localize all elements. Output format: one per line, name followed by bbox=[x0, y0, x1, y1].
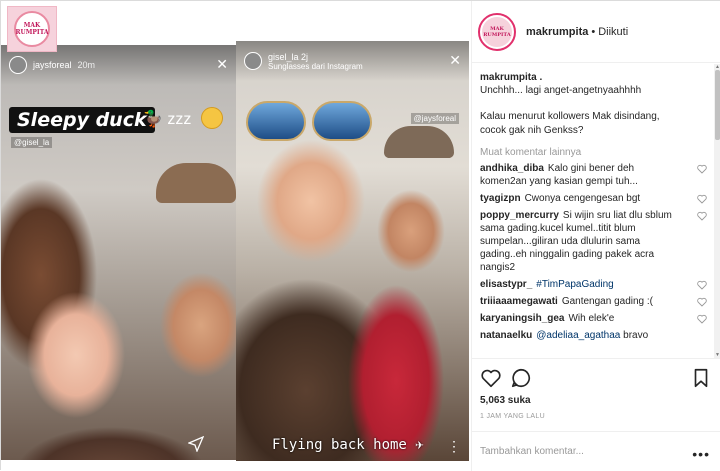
caption-text-line: cocok gak nih Genkss? bbox=[480, 125, 584, 136]
story-mention: @jaysforeal bbox=[410, 113, 459, 124]
story-mention: @gisel_la bbox=[11, 137, 53, 148]
comment-item: elisastypr_ #TimPapaGading bbox=[480, 278, 707, 291]
cap-graphic bbox=[156, 163, 236, 203]
story-screenshot-right: gisel_la 2j Sunglasses dari Instagram ✕ … bbox=[236, 41, 469, 461]
story-username-text: gisel_la bbox=[268, 51, 299, 62]
close-icon: ✕ bbox=[449, 52, 461, 68]
story-time: 2j bbox=[301, 51, 309, 62]
like-comment-heart-icon[interactable] bbox=[697, 280, 707, 290]
caption-text-line: Kalau menurut kollowers Mak disindang, bbox=[480, 111, 660, 122]
sleepy-duck-sticker: Sleepy duck bbox=[9, 107, 155, 133]
story-caption-text: Flying back home bbox=[272, 437, 407, 453]
watermark-logo-text: MAK RUMPITA bbox=[15, 22, 49, 36]
comment-body: natanaelku @adeliaa_agathaa bravo bbox=[480, 329, 707, 342]
comment-body: andhika_diba Kalo gini bener deh komen2an… bbox=[480, 162, 697, 188]
comment-body: triiiaaamegawati Gantengan gading :( bbox=[480, 295, 697, 308]
avatar[interactable]: MAK RUMPITA bbox=[478, 12, 516, 51]
like-comment-heart-icon[interactable] bbox=[697, 194, 707, 204]
like-comment-heart-icon[interactable] bbox=[697, 314, 707, 324]
story-subtitle: Sunglasses dari Instagram bbox=[268, 61, 363, 71]
post-header: MAK RUMPITA makrumpita • Diikuti bbox=[472, 1, 720, 63]
comment-item: tyagizpn Cwonya cengengesan bgt bbox=[480, 192, 707, 205]
comment-body: karyaningsih_gea Wih elek'e bbox=[480, 312, 697, 325]
story-username: jaysforeal bbox=[33, 60, 72, 70]
comment-text: Cwonya cengengesan bgt bbox=[524, 193, 641, 204]
story-username: gisel_la 2j bbox=[268, 52, 363, 62]
heart-icon[interactable] bbox=[480, 367, 502, 389]
story-header-right: gisel_la 2j Sunglasses dari Instagram ✕ bbox=[236, 41, 469, 81]
post-side-panel: MAK RUMPITA makrumpita • Diikuti makrump… bbox=[471, 1, 720, 471]
comment-username[interactable]: karyaningsih_gea bbox=[480, 313, 564, 324]
comment-username[interactable]: tyagizpn bbox=[480, 193, 521, 204]
send-icon bbox=[188, 436, 204, 452]
comment-item: poppy_mercurry Si wijin sru liat dlu sblu… bbox=[480, 209, 707, 274]
post-media[interactable]: MAK RUMPITA jaysforeal 20m ✕ Sleepy duck… bbox=[1, 1, 471, 471]
comment-item: andhika_diba Kalo gini bener deh komen2an… bbox=[480, 162, 707, 188]
story-screenshot-left: jaysforeal 20m ✕ Sleepy duck 🦆 zzz @gise… bbox=[1, 45, 236, 460]
caption-text-line: Unchhh... lagi anget-angetnyaahhhh bbox=[480, 85, 642, 96]
comment-item: triiiaaamegawati Gantengan gading :( bbox=[480, 295, 707, 308]
header-separator: • bbox=[591, 25, 596, 38]
duck-emoji-sticker: 🦆 zzz bbox=[143, 111, 192, 128]
post-timestamp: 1 JAM YANG LALU bbox=[480, 413, 545, 420]
load-more-comments-link[interactable]: Muat komentar lainnya bbox=[480, 147, 707, 158]
cap-graphic bbox=[384, 126, 454, 158]
comment-hashtag-link[interactable]: #TimPapaGading bbox=[536, 279, 613, 290]
bookmark-icon[interactable] bbox=[690, 367, 712, 389]
more-options-icon: ⋮ bbox=[447, 438, 461, 454]
comment-bubble-icon[interactable] bbox=[510, 367, 532, 389]
like-comment-heart-icon[interactable] bbox=[697, 211, 707, 221]
more-options-icon[interactable]: ••• bbox=[692, 446, 710, 462]
scrollbar-thumb[interactable] bbox=[715, 70, 720, 140]
avatar-logo-text: MAK RUMPITA bbox=[482, 16, 512, 47]
lens-left bbox=[246, 101, 306, 141]
comment-body: poppy_mercurry Si wijin sru liat dlu sblu… bbox=[480, 209, 697, 274]
caption-username[interactable]: makrumpita . bbox=[480, 72, 707, 83]
like-comment-heart-icon[interactable] bbox=[697, 164, 707, 174]
sunglasses-graphic bbox=[246, 101, 372, 145]
add-comment-bar: ••• bbox=[472, 431, 720, 470]
lens-right bbox=[312, 101, 372, 141]
comments-list[interactable]: makrumpita . Unchhh... lagi anget-angetn… bbox=[472, 64, 715, 358]
like-comment-heart-icon[interactable] bbox=[697, 297, 707, 307]
follow-status-button[interactable]: Diikuti bbox=[598, 26, 628, 38]
comment-username[interactable]: elisastypr_ bbox=[480, 279, 532, 290]
story-caption: Flying back home ✈ bbox=[272, 437, 424, 453]
comment-mention-link[interactable]: @adeliaa_agathaa bbox=[536, 330, 620, 341]
comment-username[interactable]: poppy_mercurry bbox=[480, 210, 559, 221]
watermark-logo-badge: MAK RUMPITA bbox=[14, 11, 50, 47]
comment-item: natanaelku @adeliaa_agathaa bravo bbox=[480, 329, 707, 342]
comment-username[interactable]: andhika_diba bbox=[480, 163, 544, 174]
instagram-post-window: MAK RUMPITA jaysforeal 20m ✕ Sleepy duck… bbox=[0, 0, 720, 471]
post-actions-bar bbox=[472, 358, 720, 394]
avatar bbox=[244, 52, 262, 70]
like-count[interactable]: 5,063 suka bbox=[480, 395, 531, 406]
close-icon: ✕ bbox=[216, 56, 228, 72]
story-user-block: gisel_la 2j Sunglasses dari Instagram bbox=[268, 52, 363, 71]
comment-text: Gantengan gading :( bbox=[561, 296, 653, 307]
add-comment-input[interactable] bbox=[480, 445, 680, 457]
comment-item: karyaningsih_gea Wih elek'e bbox=[480, 312, 707, 325]
comment-body: tyagizpn Cwonya cengengesan bgt bbox=[480, 192, 697, 205]
comments-scrollbar[interactable]: ▲ ▼ bbox=[714, 64, 720, 358]
story-time: 20m bbox=[77, 60, 96, 70]
header-username[interactable]: makrumpita bbox=[526, 26, 588, 38]
watermark-logo: MAK RUMPITA bbox=[7, 6, 57, 52]
avatar bbox=[9, 56, 27, 74]
comment-username[interactable]: natanaelku bbox=[480, 330, 532, 341]
sleeping-face-emoji bbox=[201, 107, 223, 129]
comment-username[interactable]: triiiaaamegawati bbox=[480, 296, 558, 307]
comment-text: Wih elek'e bbox=[568, 313, 615, 324]
comment-body: elisastypr_ #TimPapaGading bbox=[480, 278, 697, 291]
comment-text: bravo bbox=[623, 330, 649, 341]
